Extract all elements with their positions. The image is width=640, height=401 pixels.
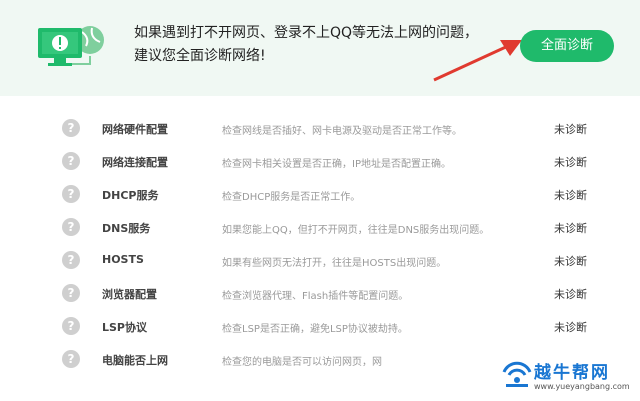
item-name: HOSTS [102,253,144,266]
wifi-logo-icon [502,361,532,387]
item-description: 如果您能上QQ，但打不开网页，往往是DNS服务出现问题。 [222,225,490,236]
list-item: ? 网络连接配置 检查网卡相关设置是否正确，IP地址是否配置正确。 未诊断 [0,145,640,178]
item-status: 未诊断 [554,321,587,334]
item-description: 检查网线是否插好、网卡电源及驱动是否正常工作等。 [222,126,462,137]
full-diagnose-button[interactable]: 全面诊断 [520,30,614,62]
item-description: 检查网卡相关设置是否正确，IP地址是否配置正确。 [222,159,451,170]
item-status: 未诊断 [554,189,587,202]
header-message: 如果遇到打不开网页、登录不上QQ等无法上网的问题， 建议您全面诊断网络! [134,22,478,68]
item-description: 检查DHCP服务是否正常工作。 [222,192,361,203]
list-item: ? 网络硬件配置 检查网线是否插好、网卡电源及驱动是否正常工作等。 未诊断 [0,112,640,145]
question-mark-icon: ? [62,185,80,203]
header-message-line1: 如果遇到打不开网页、登录不上QQ等无法上网的问题， [134,25,479,41]
item-name: 浏览器配置 [102,288,157,301]
question-mark-icon: ? [62,350,80,368]
item-status: 未诊断 [554,156,587,169]
item-name: DHCP服务 [102,189,159,202]
list-item: ? 浏览器配置 检查浏览器代理、Flash插件等配置问题。 未诊断 [0,277,640,310]
item-status: 未诊断 [554,123,587,136]
site-watermark: 越牛帮网 www.yueyangbang.com [500,356,636,398]
item-description: 检查浏览器代理、Flash插件等配置问题。 [222,291,409,302]
watermark-title: 越牛帮网 [534,363,610,383]
watermark-url: www.yueyangbang.com [534,382,630,391]
header-banner: 如果遇到打不开网页、登录不上QQ等无法上网的问题， 建议您全面诊断网络! 全面诊… [0,0,640,96]
list-item: ? LSP协议 检查LSP是否正确，避免LSP协议被劫持。 未诊断 [0,310,640,343]
item-name: DNS服务 [102,222,151,235]
item-status: 未诊断 [554,288,587,301]
diagnose-item-list: ? 网络硬件配置 检查网线是否插好、网卡电源及驱动是否正常工作等。 未诊断 ? … [0,112,640,376]
item-description: 检查LSP是否正确，避免LSP协议被劫持。 [222,324,408,335]
question-mark-icon: ? [62,284,80,302]
list-item: ? DNS服务 如果您能上QQ，但打不开网页，往往是DNS服务出现问题。 未诊断 [0,211,640,244]
item-status: 未诊断 [554,222,587,235]
item-name: 电脑能否上网 [102,354,168,367]
monitor-warning-icon [38,26,104,66]
question-mark-icon: ? [62,152,80,170]
question-mark-icon: ? [62,317,80,335]
list-item: ? DHCP服务 检查DHCP服务是否正常工作。 未诊断 [0,178,640,211]
item-name: LSP协议 [102,321,147,334]
item-name: 网络连接配置 [102,156,168,169]
item-status: 未诊断 [554,255,587,268]
question-mark-icon: ? [62,218,80,236]
red-arrow-annotation [433,40,522,82]
question-mark-icon: ? [62,119,80,137]
item-description: 如果有些网页无法打开，往往是HOSTS出现问题。 [222,258,447,269]
list-item: ? HOSTS 如果有些网页无法打开，往往是HOSTS出现问题。 未诊断 [0,244,640,277]
header-message-line2: 建议您全面诊断网络! [134,48,266,64]
item-description: 检查您的电脑是否可以访问网页，网 [222,357,382,368]
item-name: 网络硬件配置 [102,123,168,136]
question-mark-icon: ? [62,251,80,269]
